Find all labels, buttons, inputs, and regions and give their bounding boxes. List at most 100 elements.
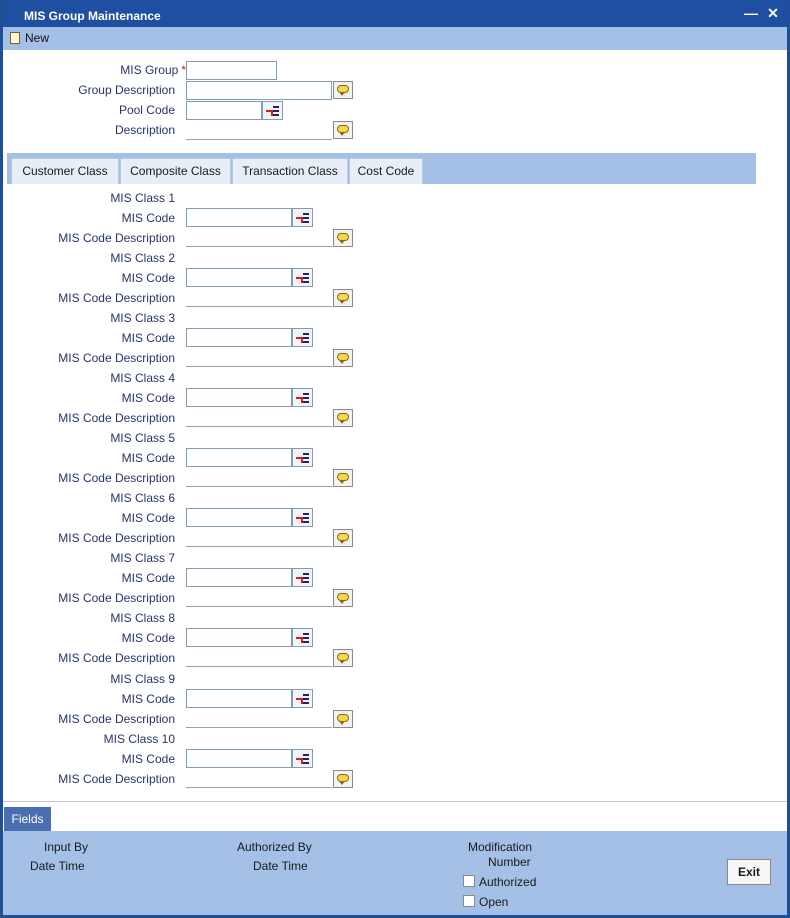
mis-code-description-5-label: MIS Code Description xyxy=(58,471,175,485)
list-of-values-icon xyxy=(266,110,273,116)
mis-code-description-6-label: MIS Code Description xyxy=(58,531,175,545)
mis-class-9-label: MIS Class 9 xyxy=(110,672,175,686)
mis-code-5-label: MIS Code xyxy=(121,451,175,465)
class-tab-strip: Customer Class Composite Class Transacti… xyxy=(7,153,756,184)
mis-code-9-label: MIS Code xyxy=(121,692,175,706)
mis-code-1-input[interactable] xyxy=(186,208,292,227)
mis-code-description-1-lookup-button[interactable] xyxy=(333,229,353,247)
mis-code-description-7-lookup-button[interactable] xyxy=(333,589,353,607)
tab-cost-code[interactable]: Cost Code xyxy=(349,158,423,184)
number-label: Number xyxy=(488,855,531,869)
mis-code-description-3-lookup-button[interactable] xyxy=(333,349,353,367)
mis-code-10-input[interactable] xyxy=(186,749,292,768)
mis-code-description-1-label: MIS Code Description xyxy=(58,231,175,245)
mis-code-6-lov-button[interactable] xyxy=(292,508,313,527)
group-description-lookup-button[interactable] xyxy=(333,81,353,99)
group-description-label: Group Description xyxy=(78,83,175,97)
mis-code-10-lov-button[interactable] xyxy=(292,749,313,768)
list-of-values-icon xyxy=(296,277,303,283)
mis-code-1-lov-button[interactable] xyxy=(292,208,313,227)
mis-code-description-2-label: MIS Code Description xyxy=(58,291,175,305)
new-button-label: New xyxy=(25,31,50,45)
mis-code-description-4-field xyxy=(186,408,332,427)
mis-code-6-input[interactable] xyxy=(186,508,292,527)
mis-code-description-3-label: MIS Code Description xyxy=(58,351,175,365)
list-of-values-icon xyxy=(296,517,303,523)
mis-code-description-5-lookup-button[interactable] xyxy=(333,469,353,487)
exit-button[interactable]: Exit xyxy=(727,859,771,885)
mis-class-10-label: MIS Class 10 xyxy=(103,732,175,746)
mis-code-5-lov-button[interactable] xyxy=(292,448,313,467)
minimize-icon[interactable]: — xyxy=(743,5,759,21)
mis-class-8-label: MIS Class 8 xyxy=(110,611,175,625)
audit-footer: Input By Date Time Authorized By Date Ti… xyxy=(3,831,787,915)
mis-code-10-label: MIS Code xyxy=(121,752,175,766)
toolbar: New xyxy=(3,27,787,50)
mis-code-8-input[interactable] xyxy=(186,628,292,647)
tab-customer-class[interactable]: Customer Class xyxy=(11,158,119,184)
mis-code-description-6-lookup-button[interactable] xyxy=(333,529,353,547)
mis-class-5-label: MIS Class 5 xyxy=(110,431,175,445)
fields-tab[interactable]: Fields xyxy=(4,807,51,831)
list-of-values-icon xyxy=(296,637,303,643)
mis-group-input[interactable] xyxy=(186,61,277,80)
mis-code-4-label: MIS Code xyxy=(121,391,175,405)
mis-code-description-4-label: MIS Code Description xyxy=(58,411,175,425)
open-label: Open xyxy=(479,895,509,909)
authorized-date-time-label: Date Time xyxy=(253,859,308,873)
mis-code-7-input[interactable] xyxy=(186,568,292,587)
list-of-values-icon xyxy=(296,337,303,343)
mis-code-4-input[interactable] xyxy=(186,388,292,407)
mis-code-description-2-lookup-button[interactable] xyxy=(333,289,353,307)
mis-code-2-label: MIS Code xyxy=(121,271,175,285)
authorized-label: Authorized xyxy=(479,875,537,889)
mis-code-9-input[interactable] xyxy=(186,689,292,708)
authorized-checkbox[interactable] xyxy=(463,875,475,887)
mis-group-label-text: MIS Group xyxy=(120,63,179,77)
input-by-label: Input By xyxy=(44,840,89,854)
open-checkbox[interactable] xyxy=(463,895,475,907)
mis-code-4-lov-button[interactable] xyxy=(292,388,313,407)
mis-code-7-lov-button[interactable] xyxy=(292,568,313,587)
mis-code-description-9-label: MIS Code Description xyxy=(58,712,175,726)
description-lookup-button[interactable] xyxy=(333,121,353,139)
mis-code-3-input[interactable] xyxy=(186,328,292,347)
mis-code-description-7-label: MIS Code Description xyxy=(58,591,175,605)
pool-code-input[interactable] xyxy=(186,101,262,120)
mis-code-description-3-field xyxy=(186,348,332,367)
mis-code-2-input[interactable] xyxy=(186,268,292,287)
tab-composite-class[interactable]: Composite Class xyxy=(120,158,231,184)
mis-code-8-lov-button[interactable] xyxy=(292,628,313,647)
group-description-input[interactable] xyxy=(186,81,332,100)
tab-transaction-class[interactable]: Transaction Class xyxy=(232,158,348,184)
mis-code-description-2-field xyxy=(186,288,332,307)
new-button[interactable]: New xyxy=(8,30,49,47)
mis-code-description-9-lookup-button[interactable] xyxy=(333,710,353,728)
pool-code-lov-button[interactable] xyxy=(262,101,283,120)
mis-code-5-input[interactable] xyxy=(186,448,292,467)
mis-class-2-label: MIS Class 2 xyxy=(110,251,175,265)
pool-code-label: Pool Code xyxy=(118,103,175,117)
modification-label: Modification xyxy=(468,840,533,854)
mis-code-9-lov-button[interactable] xyxy=(292,689,313,708)
title-bar: MIS Group Maintenance — ✕ xyxy=(3,0,787,27)
list-of-values-icon xyxy=(296,758,303,764)
mis-code-description-10-field xyxy=(186,769,332,788)
mis-code-description-9-field xyxy=(186,709,332,728)
mis-code-7-label: MIS Code xyxy=(121,571,175,585)
close-icon[interactable]: ✕ xyxy=(765,5,781,21)
mis-code-3-lov-button[interactable] xyxy=(292,328,313,347)
new-document-icon xyxy=(10,32,20,44)
fields-bar: Fields xyxy=(3,801,787,831)
mis-code-description-8-field xyxy=(186,648,332,667)
mis-code-description-4-lookup-button[interactable] xyxy=(333,409,353,427)
mis-class-6-label: MIS Class 6 xyxy=(110,491,175,505)
mis-code-description-10-lookup-button[interactable] xyxy=(333,770,353,788)
mis-group-label: MIS Group * xyxy=(63,63,186,77)
mis-class-1-label: MIS Class 1 xyxy=(110,191,175,205)
mis-code-2-lov-button[interactable] xyxy=(292,268,313,287)
mis-code-description-8-lookup-button[interactable] xyxy=(333,649,353,667)
date-time-label: Date Time xyxy=(30,859,85,873)
mis-code-description-6-field xyxy=(186,528,332,547)
list-of-values-icon xyxy=(296,698,303,704)
